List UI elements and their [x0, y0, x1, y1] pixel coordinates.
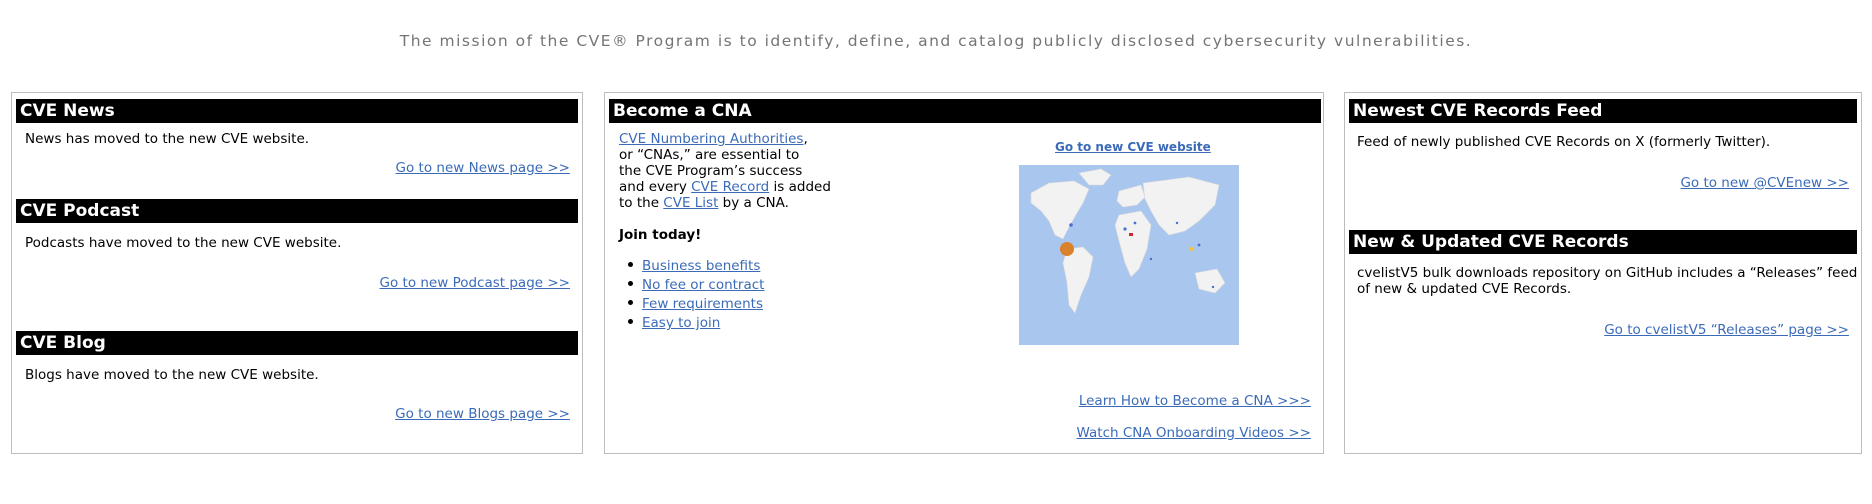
- become-cna-heading: Become a CNA: [609, 99, 1321, 123]
- cve-list-link[interactable]: CVE List: [663, 195, 718, 211]
- map-marker-europe-red: [1129, 233, 1133, 236]
- news-page-link[interactable]: Go to new News page >>: [396, 160, 570, 176]
- cna-benefits-list: Business benefits No fee or contract Few…: [627, 255, 764, 331]
- map-marker-canada: [1069, 223, 1073, 227]
- map-marker-usa: [1060, 242, 1074, 256]
- map-marker-europe-blue: [1123, 227, 1127, 231]
- cna-intro-text: CVE Numbering Authorities, or “CNAs,” ar…: [619, 131, 831, 211]
- newest-feed-heading: Newest CVE Records Feed: [1349, 99, 1857, 123]
- map-marker-asia-yellow: [1188, 246, 1194, 252]
- new-updated-text: cvelistV5 bulk downloads repository on G…: [1357, 265, 1858, 297]
- cve-blog-heading: CVE Blog: [16, 331, 578, 355]
- cna-world-map: [1019, 165, 1239, 345]
- mission-statement: The mission of the CVE® Program is to id…: [399, 32, 1473, 50]
- cna-authorities-link[interactable]: CVE Numbering Authorities: [619, 131, 803, 147]
- cna-onboarding-videos-link[interactable]: Watch CNA Onboarding Videos >>: [1077, 425, 1311, 441]
- learn-become-cna-link[interactable]: Learn How to Become a CNA >>>: [1079, 393, 1311, 409]
- business-benefits-link[interactable]: Business benefits: [642, 258, 760, 274]
- easy-to-join-link[interactable]: Easy to join: [642, 315, 720, 331]
- cve-record-link[interactable]: CVE Record: [691, 179, 769, 195]
- map-marker-europe-blue-2: [1133, 221, 1137, 225]
- new-updated-heading: New & Updated CVE Records: [1349, 230, 1857, 254]
- podcast-page-link[interactable]: Go to new Podcast page >>: [380, 275, 570, 291]
- cvenew-link[interactable]: Go to new @CVEnew >>: [1680, 175, 1849, 191]
- blogs-page-link[interactable]: Go to new Blogs page >>: [395, 406, 570, 422]
- join-today-heading: Join today!: [619, 227, 702, 243]
- cve-news-heading: CVE News: [16, 99, 578, 123]
- map-marker-asia-blue: [1197, 243, 1201, 247]
- newest-feed-text: Feed of newly published CVE Records on X…: [1357, 134, 1771, 150]
- cvelistv5-releases-link[interactable]: Go to cvelistV5 “Releases” page >>: [1604, 322, 1849, 338]
- map-marker-australia: [1211, 285, 1215, 289]
- cve-podcast-text: Podcasts have moved to the new CVE websi…: [25, 235, 342, 251]
- become-cna-panel: Become a CNA CVE Numbering Authorities, …: [604, 92, 1324, 454]
- no-fee-link[interactable]: No fee or contract: [642, 277, 764, 293]
- cve-podcast-heading: CVE Podcast: [16, 199, 578, 223]
- new-cve-website-link[interactable]: Go to new CVE website: [1055, 139, 1211, 155]
- cve-blog-text: Blogs have moved to the new CVE website.: [25, 367, 319, 383]
- cve-records-feed-panel: Newest CVE Records Feed Feed of newly pu…: [1344, 92, 1862, 454]
- cve-news-text: News has moved to the new CVE website.: [25, 131, 310, 147]
- map-marker-asia-blue-2: [1175, 221, 1179, 225]
- news-podcast-blog-panel: CVE News News has moved to the new CVE w…: [11, 92, 583, 454]
- few-requirements-link[interactable]: Few requirements: [642, 296, 763, 312]
- map-marker-middle-east: [1149, 257, 1153, 261]
